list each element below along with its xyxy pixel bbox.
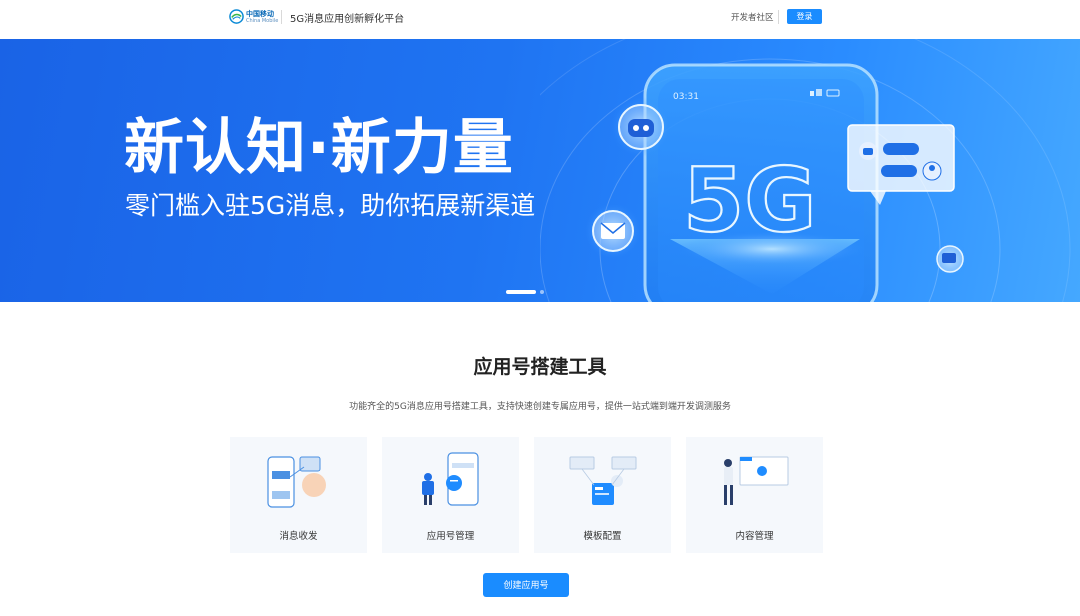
tool-card-label: 应用号管理 — [426, 531, 475, 542]
china-mobile-logo-icon — [229, 9, 244, 24]
logo-english-text: China Mobile — [246, 18, 279, 24]
carousel-dot-active[interactable] — [506, 290, 536, 294]
create-app-account-button[interactable]: 创建应用号 — [483, 573, 569, 597]
header-divider — [281, 10, 282, 24]
tool-card-label: 消息收发 — [279, 531, 318, 542]
developer-community-link[interactable]: 开发者社区 — [731, 11, 774, 23]
app-account-management-icon — [422, 452, 479, 506]
login-button[interactable]: 登录 — [787, 9, 822, 24]
tools-section-subtitle: 功能齐全的5G消息应用号搭建工具，支持快速创建专属应用号，提供一站式端到端开发调… — [349, 402, 731, 412]
header-divider-right — [778, 10, 779, 24]
tool-card-label: 模板配置 — [583, 531, 622, 542]
hero-banner[interactable]: 03:31 5G 新认知·新力量 零门槛入驻5G消息，助你拓展新渠道 — [0, 39, 1080, 302]
top-navbar: 中国移动 China Mobile 5G消息应用创新孵化平台 开发者社区 登录 — [0, 0, 1080, 39]
tools-section-title: 应用号搭建工具 — [473, 356, 607, 378]
content-management-icon — [724, 456, 789, 505]
banner-headline: 新认知·新力量 — [124, 113, 514, 183]
phone-time-text: 03:31 — [673, 92, 699, 102]
banner-subheadline: 零门槛入驻5G消息，助你拓展新渠道 — [125, 191, 536, 220]
tool-card-label: 内容管理 — [735, 531, 774, 542]
tool-card-messaging[interactable]: 消息收发 — [230, 437, 367, 553]
carousel-dot[interactable] — [540, 290, 544, 294]
banner-illustration: 03:31 5G — [540, 39, 1071, 302]
tool-card-app-management[interactable]: 应用号管理 — [382, 437, 519, 553]
site-title: 5G消息应用创新孵化平台 — [290, 14, 405, 25]
template-config-icon — [569, 456, 637, 505]
message-exchange-icon — [267, 456, 326, 508]
tool-card-template-config[interactable]: 模板配置 — [534, 437, 671, 553]
china-mobile-logo[interactable]: 中国移动 China Mobile — [229, 9, 279, 25]
tool-card-content-management[interactable]: 内容管理 — [686, 437, 823, 553]
